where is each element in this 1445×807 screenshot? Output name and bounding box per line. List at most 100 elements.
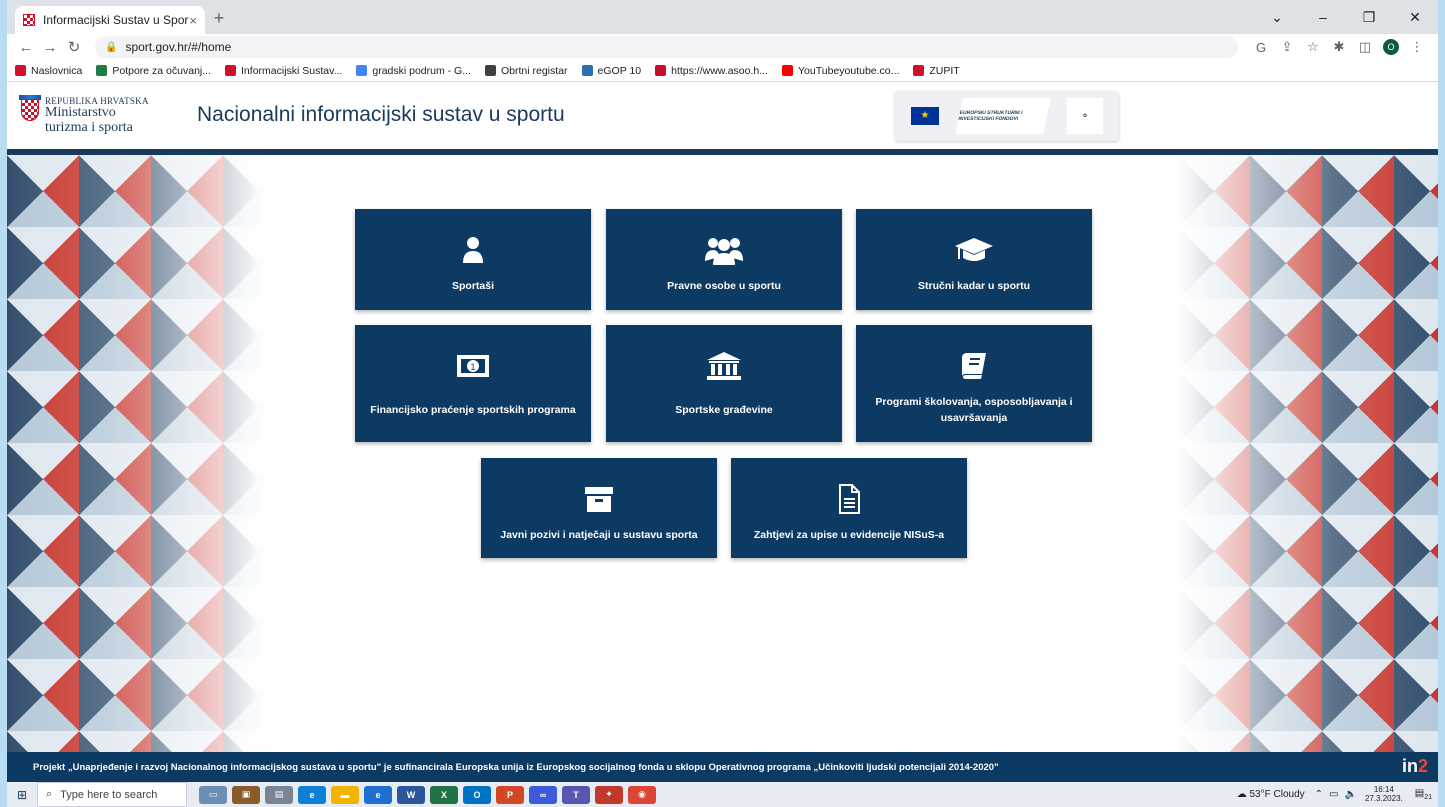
tile-label: Javni pozivi i natječaji u sustavu sport… bbox=[500, 529, 698, 541]
task-view-icon[interactable]: ▭ bbox=[199, 785, 227, 804]
tile-label: Sportske građevine bbox=[675, 404, 773, 416]
bookmark-label: eGOP 10 bbox=[597, 64, 642, 77]
widgets-icon[interactable]: ▤ bbox=[265, 785, 293, 804]
bookmark-favicon-icon bbox=[581, 65, 593, 76]
restore-button[interactable]: ❐ bbox=[1346, 0, 1392, 34]
footer: Projekt „Unaprjeđenje i razvoj Nacionaln… bbox=[7, 752, 1438, 782]
tray-chevron-icon[interactable]: ⌃ bbox=[1315, 789, 1323, 800]
new-tab-button[interactable]: + bbox=[207, 8, 231, 29]
tab-search-button[interactable]: ⌄ bbox=[1254, 0, 1300, 34]
bookmark-item[interactable]: Informacijski Sustav... bbox=[225, 65, 342, 77]
module-tile[interactable]: Programi školovanja, osposobljavanja i u… bbox=[856, 325, 1092, 442]
landmark-icon bbox=[706, 351, 742, 381]
star-icon[interactable]: ☆ bbox=[1300, 39, 1326, 55]
bookmark-label: ZUPIT bbox=[929, 64, 960, 77]
bookmark-item[interactable]: Naslovnica bbox=[15, 65, 82, 77]
module-tile[interactable]: Pravne osobe u sportu bbox=[606, 209, 842, 310]
decorative-pattern-left bbox=[7, 155, 267, 752]
tile-label: Zahtjevi za upise u evidencije NISuS-a bbox=[753, 529, 945, 541]
module-tile[interactable]: Sportske građevine bbox=[606, 325, 842, 442]
volume-icon[interactable]: 🔈 bbox=[1344, 789, 1356, 800]
bookmark-label: YouTubeyoutube.co... bbox=[798, 64, 900, 77]
back-arrow-icon[interactable]: ← bbox=[15, 39, 37, 56]
excel-icon[interactable]: X bbox=[430, 785, 458, 804]
user-icon bbox=[462, 235, 484, 265]
briefcase-app-icon[interactable]: ▣ bbox=[232, 785, 260, 804]
module-tile[interactable]: 1 Financijsko praćenje sportskih programa bbox=[355, 325, 591, 442]
teams-icon[interactable]: T bbox=[562, 785, 590, 804]
clock[interactable]: 16:14 27.3.2023. bbox=[1365, 785, 1403, 804]
system-tray: ☁ 53°F Cloudy ⌃ ▭ 🔈 16:14 27.3.2023. ▤21 bbox=[1237, 782, 1432, 807]
bookmark-favicon-icon bbox=[484, 65, 496, 76]
book-icon bbox=[961, 351, 987, 381]
chrome-icon[interactable]: ◉ bbox=[628, 785, 656, 804]
outlook-icon[interactable]: O bbox=[463, 785, 491, 804]
bookmark-item[interactable]: gradski podrum - G... bbox=[356, 65, 471, 77]
bookmark-item[interactable]: YouTubeyoutube.co... bbox=[782, 65, 899, 77]
edge-icon[interactable]: e bbox=[298, 785, 326, 804]
eu-funds-banner: EUROPSKI STRUKTURNI I INVESTICIJSKI FOND… bbox=[895, 91, 1119, 141]
close-window-button[interactable]: ✕ bbox=[1392, 0, 1438, 34]
windows-start-icon[interactable]: ⊞ bbox=[7, 788, 37, 802]
archive-icon bbox=[584, 484, 614, 514]
bookmark-item[interactable]: https://www.asoo.h... bbox=[655, 65, 768, 77]
page-title: Nacionalni informacijski sustav u sportu bbox=[197, 103, 565, 126]
graduation-cap-icon bbox=[954, 235, 994, 265]
footer-text: Projekt „Unaprjeđenje i razvoj Nacionaln… bbox=[33, 761, 999, 773]
extensions-icon[interactable]: ✱ bbox=[1326, 39, 1352, 55]
ministry-logo[interactable]: REPUBLIKA HRVATSKA Ministarstvo turizma … bbox=[45, 96, 149, 136]
forward-arrow-icon[interactable]: → bbox=[39, 39, 61, 56]
bookmark-item[interactable]: Obrtni registar bbox=[484, 65, 568, 77]
window-controls: ⌄ – ❐ ✕ bbox=[1254, 0, 1438, 34]
google-icon[interactable]: G bbox=[1248, 40, 1274, 55]
eu-flag-icon bbox=[911, 107, 939, 125]
coat-of-arms-icon bbox=[21, 99, 39, 121]
weather-text[interactable]: 53°F Cloudy bbox=[1250, 789, 1305, 800]
site-header: REPUBLIKA HRVATSKA Ministarstvo turizma … bbox=[7, 83, 1438, 155]
users-icon bbox=[705, 235, 743, 265]
profile-avatar[interactable]: O bbox=[1383, 39, 1399, 55]
in2-logo: in2 bbox=[1402, 756, 1428, 777]
browser-window: Informacijski Sustav u Sportu × + ⌄ – ❐ … bbox=[7, 0, 1438, 807]
app-icon[interactable]: ✦ bbox=[595, 785, 623, 804]
search-icon: ⌕ bbox=[46, 788, 53, 800]
file-explorer-icon[interactable]: ▬ bbox=[331, 785, 359, 804]
powerpoint-icon[interactable]: P bbox=[496, 785, 524, 804]
eu-funds-logo: EUROPSKI STRUKTURNI I INVESTICIJSKI FOND… bbox=[955, 98, 1051, 134]
tab-active[interactable]: Informacijski Sustav u Sportu × bbox=[15, 6, 205, 34]
module-tile[interactable]: Stručni kadar u sportu bbox=[856, 209, 1092, 310]
minimize-button[interactable]: – bbox=[1300, 0, 1346, 34]
module-tile[interactable]: Sportaši bbox=[355, 209, 591, 310]
file-alt-icon bbox=[838, 484, 860, 514]
bookmark-item[interactable]: eGOP 10 bbox=[581, 64, 642, 77]
taskbar-search-input[interactable]: ⌕ Type here to search bbox=[37, 782, 187, 807]
bookmark-label: Potpore za očuvanj... bbox=[112, 64, 212, 77]
notification-icon[interactable]: ▤21 bbox=[1415, 788, 1432, 801]
bookmark-label: Naslovnica bbox=[31, 64, 83, 77]
collab-app-icon[interactable]: ∞ bbox=[529, 785, 557, 804]
tile-label: Programi školovanja, osposobljavanja i u… bbox=[875, 396, 1073, 424]
bookmark-item[interactable]: Potpore za očuvanj... bbox=[96, 65, 211, 77]
network-icon[interactable]: ▭ bbox=[1329, 789, 1338, 800]
svg-text:1: 1 bbox=[470, 362, 475, 372]
bookmark-favicon-icon bbox=[655, 65, 667, 76]
main-content: Sportaši Pravne osobe u sportu Stručni kad… bbox=[7, 155, 1438, 752]
close-tab-icon[interactable]: × bbox=[189, 13, 197, 28]
share-icon[interactable]: ⇪ bbox=[1274, 39, 1300, 55]
reload-icon[interactable]: ↻ bbox=[63, 38, 85, 56]
module-tile[interactable]: Javni pozivi i natječaji u sustavu sport… bbox=[481, 458, 717, 558]
tile-label: Sportaši bbox=[451, 280, 494, 292]
bookmark-favicon-icon bbox=[356, 65, 368, 76]
url-text: sport.gov.hr/#/home bbox=[125, 40, 232, 54]
internet-explorer-icon[interactable]: e bbox=[364, 785, 392, 804]
search-placeholder: Type here to search bbox=[60, 788, 158, 801]
menu-kebab-icon[interactable]: ⋮ bbox=[1404, 39, 1430, 55]
tab-bar: Informacijski Sustav u Sportu × + ⌄ – ❐ … bbox=[7, 0, 1438, 34]
word-icon[interactable]: W bbox=[397, 785, 425, 804]
side-panel-icon[interactable]: ◫ bbox=[1352, 39, 1378, 55]
croatia-favicon-icon bbox=[23, 14, 35, 26]
address-bar[interactable]: 🔒 sport.gov.hr/#/home bbox=[95, 36, 1238, 58]
ministry-line1: Ministarstvo bbox=[45, 105, 116, 121]
bookmark-item[interactable]: ZUPIT bbox=[913, 64, 960, 77]
module-tile[interactable]: Zahtjevi za upise u evidencije NISuS-a bbox=[731, 458, 967, 558]
